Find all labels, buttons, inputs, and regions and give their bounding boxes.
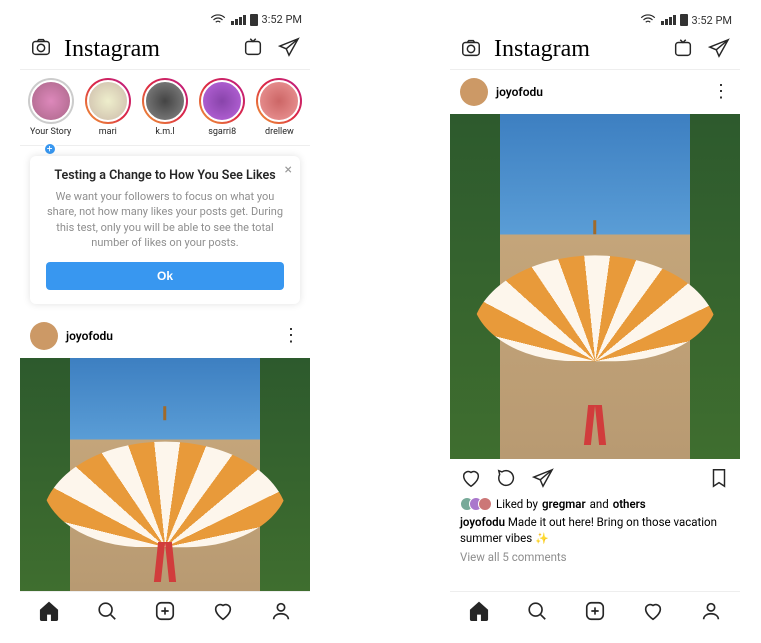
profile-tab-icon[interactable] bbox=[700, 600, 722, 626]
activity-tab-icon[interactable] bbox=[212, 600, 234, 626]
more-options-icon[interactable]: ⋮ bbox=[282, 327, 300, 345]
view-comments-link[interactable]: View all 5 comments bbox=[460, 550, 730, 564]
notice-title: Testing a Change to How You See Likes bbox=[46, 168, 284, 183]
top-nav: Instagram bbox=[450, 30, 740, 70]
save-icon[interactable] bbox=[708, 467, 730, 493]
new-post-tab-icon[interactable] bbox=[584, 600, 606, 626]
liked-by-and: and bbox=[590, 497, 609, 511]
close-icon[interactable]: × bbox=[285, 162, 292, 178]
story-label: mari bbox=[99, 127, 117, 137]
profile-tab-icon[interactable] bbox=[270, 600, 292, 626]
story-your-story[interactable]: + Your Story bbox=[26, 78, 75, 137]
ok-button[interactable]: Ok bbox=[46, 262, 284, 290]
liked-by-row[interactable]: Liked by gregmar and others bbox=[460, 497, 730, 511]
phone-screen-left: 3:52 PM Instagram + Your Story mari k.m.… bbox=[20, 10, 310, 633]
post-meta: Liked by gregmar and others joyofodu Mad… bbox=[450, 497, 740, 564]
notice-body: We want your followers to focus on what … bbox=[46, 189, 284, 251]
instagram-logo[interactable]: Instagram bbox=[64, 36, 242, 63]
battery-icon bbox=[680, 14, 688, 26]
liker-avatars bbox=[460, 497, 492, 511]
story-label: Your Story bbox=[30, 127, 71, 137]
status-time: 3:52 PM bbox=[262, 13, 302, 26]
story-label: k.m.l bbox=[155, 127, 174, 137]
direct-messages-icon[interactable] bbox=[278, 36, 300, 62]
status-bar: 3:52 PM bbox=[450, 10, 740, 30]
post-image[interactable] bbox=[450, 114, 740, 459]
caption-emoji: ✨ bbox=[535, 532, 549, 545]
igtv-icon[interactable] bbox=[672, 37, 694, 63]
liked-by-others[interactable]: others bbox=[613, 497, 646, 511]
more-options-icon[interactable]: ⋮ bbox=[712, 83, 730, 101]
liked-by-user[interactable]: gregmar bbox=[542, 497, 586, 511]
post-header: joyofodu ⋮ bbox=[450, 70, 740, 114]
home-tab-icon[interactable] bbox=[38, 600, 60, 626]
top-nav: Instagram bbox=[20, 30, 310, 70]
bottom-tab-bar bbox=[20, 591, 310, 633]
direct-messages-icon[interactable] bbox=[708, 37, 730, 63]
story-label: sgarri8 bbox=[208, 127, 236, 137]
story-label: drellew bbox=[265, 127, 294, 137]
wifi-icon bbox=[209, 11, 227, 29]
signal-icon bbox=[231, 15, 246, 25]
share-icon[interactable] bbox=[532, 467, 554, 493]
post-author-avatar[interactable] bbox=[460, 78, 488, 106]
status-bar: 3:52 PM bbox=[20, 10, 310, 30]
story-item[interactable]: k.m.l bbox=[140, 78, 189, 137]
battery-icon bbox=[250, 14, 258, 26]
search-tab-icon[interactable] bbox=[526, 600, 548, 626]
camera-icon[interactable] bbox=[460, 37, 482, 63]
post-author-avatar[interactable] bbox=[30, 322, 58, 350]
signal-icon bbox=[661, 15, 676, 25]
instagram-logo[interactable]: Instagram bbox=[494, 36, 672, 63]
phone-screen-right: 3:52 PM Instagram joyofodu ⋮ bbox=[450, 10, 740, 633]
post-author-username[interactable]: joyofodu bbox=[496, 85, 712, 99]
story-item[interactable]: mari bbox=[83, 78, 132, 137]
caption-username[interactable]: joyofodu bbox=[460, 515, 505, 529]
camera-icon[interactable] bbox=[30, 36, 52, 62]
add-story-plus-icon[interactable]: + bbox=[43, 142, 57, 156]
status-time: 3:52 PM bbox=[692, 14, 732, 27]
story-item[interactable]: sgarri8 bbox=[198, 78, 247, 137]
wifi-icon bbox=[639, 11, 657, 29]
igtv-icon[interactable] bbox=[242, 36, 264, 62]
new-post-tab-icon[interactable] bbox=[154, 600, 176, 626]
stories-tray[interactable]: + Your Story mari k.m.l sgarri8 drellew bbox=[20, 70, 310, 146]
bottom-tab-bar bbox=[450, 591, 740, 633]
post-actions bbox=[450, 459, 740, 497]
story-item[interactable]: drellew bbox=[255, 78, 304, 137]
search-tab-icon[interactable] bbox=[96, 600, 118, 626]
post-author-username[interactable]: joyofodu bbox=[66, 329, 282, 343]
activity-tab-icon[interactable] bbox=[642, 600, 664, 626]
post-image[interactable] bbox=[20, 358, 310, 591]
comment-icon[interactable] bbox=[496, 467, 518, 493]
likes-test-notice: × Testing a Change to How You See Likes … bbox=[30, 156, 300, 305]
like-icon[interactable] bbox=[460, 467, 482, 493]
home-tab-icon[interactable] bbox=[468, 600, 490, 626]
post-caption: joyofodu Made it out here! Bring on thos… bbox=[460, 515, 730, 546]
post-header: joyofodu ⋮ bbox=[20, 314, 310, 358]
liked-by-prefix: Liked by bbox=[496, 497, 538, 511]
